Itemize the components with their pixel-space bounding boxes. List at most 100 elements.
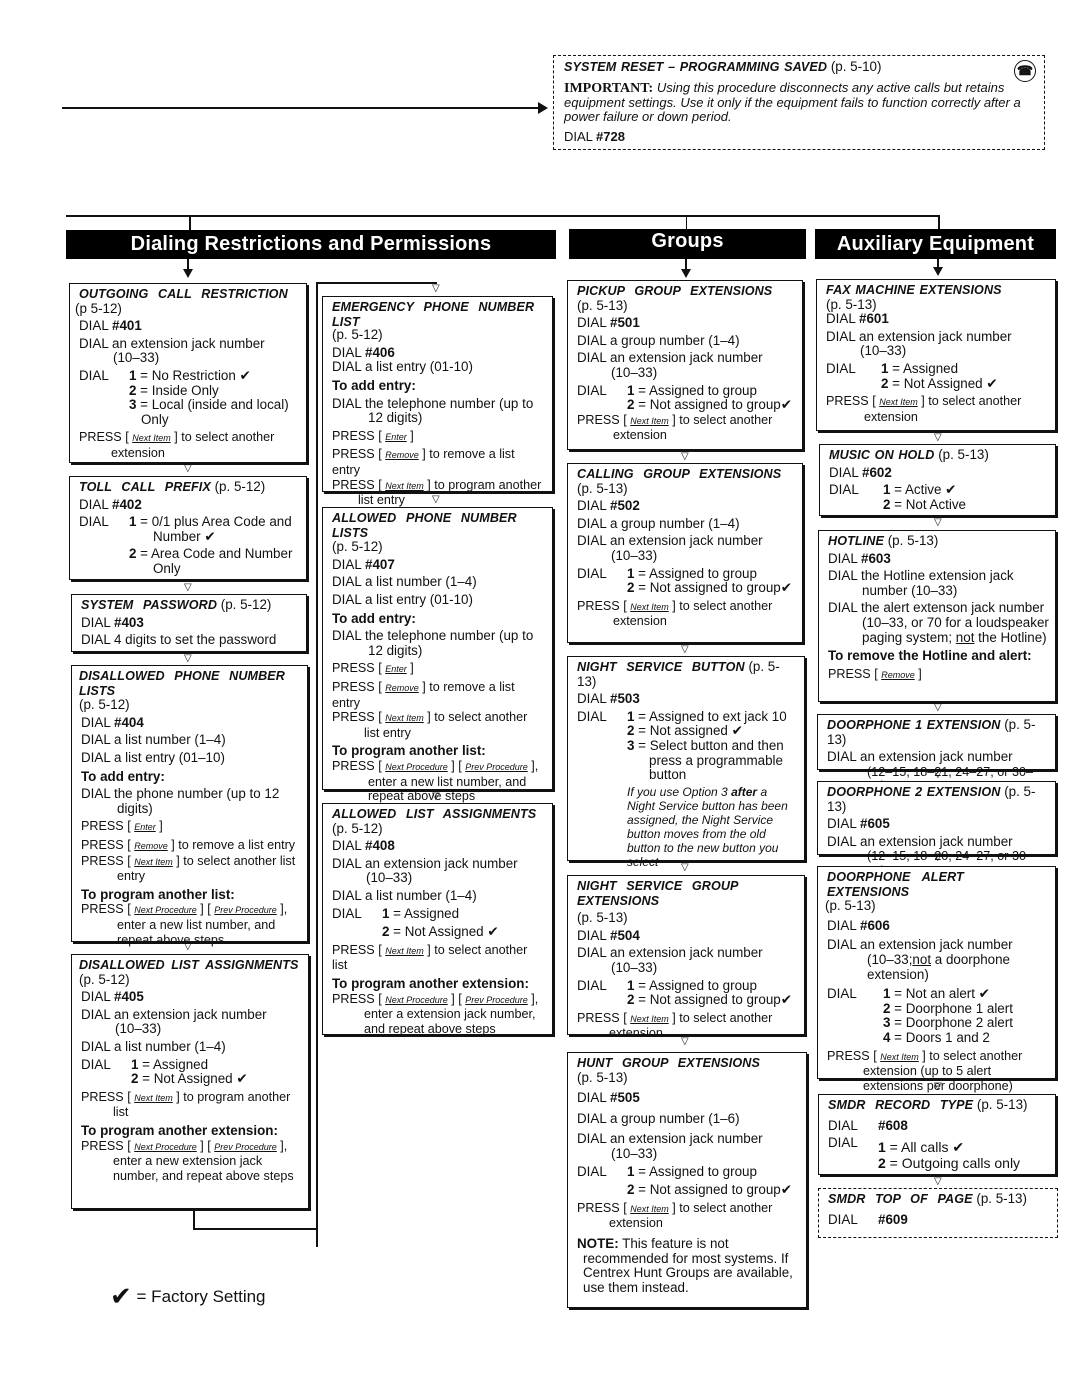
key-next-item[interactable]: Next Item	[134, 857, 173, 867]
key-next-item[interactable]: Next Item	[385, 946, 424, 956]
option-number: 2	[883, 1000, 891, 1016]
option-number: 2	[627, 723, 635, 739]
box-smdr-record-type: SMDR RECORD TYPE (p. 5-13) DIAL #608 DIA…	[818, 1094, 1056, 1175]
press-label: PRESS	[332, 710, 375, 725]
key-prev-procedure[interactable]: Prev Procedure	[465, 762, 528, 772]
dial-code: #606	[860, 917, 890, 933]
dial-label: DIAL	[826, 328, 856, 344]
option-text: Not an alert ✔	[905, 986, 990, 1002]
box-title: DOORPHONE 2 EXTENSION	[827, 785, 1001, 799]
key-next-item[interactable]: Next Item	[385, 481, 424, 491]
step-text: a list entry (01-10)	[365, 359, 473, 375]
box-page: (p 5-12)	[75, 300, 122, 316]
dial-label: DIAL	[827, 937, 857, 953]
option-text: Not Assigned ✔	[404, 924, 499, 940]
press-text: enter a new list number, and repeat abov…	[368, 774, 527, 804]
box-pickup-group-extensions: PICKUP GROUP EXTENSIONS (p. 5-13) DIAL #…	[567, 280, 803, 450]
press-label: PRESS	[577, 1010, 620, 1025]
key-next-procedure[interactable]: Next Procedure	[134, 905, 197, 915]
key-next-procedure[interactable]: Next Procedure	[134, 1142, 197, 1152]
option-text: Outgoing calls only	[901, 1155, 1021, 1172]
box-title: DISALLOWED PHONE NUMBER LISTS	[79, 669, 286, 698]
dial-label: DIAL	[81, 786, 111, 802]
dial-label: DIAL	[828, 568, 858, 584]
box-hotline: HOTLINE (p. 5-13) DIAL #603 DIAL the Hot…	[818, 530, 1056, 702]
key-remove[interactable]: Remove	[385, 683, 419, 693]
box-disallowed-list-assignments: DISALLOWED LIST ASSIGNMENTS (p. 5-12) DI…	[71, 954, 309, 1209]
option-text: Assigned	[403, 905, 460, 921]
dial-label: DIAL	[332, 838, 362, 854]
box-disallowed-phone-number-lists: DISALLOWED PHONE NUMBER LISTS (p. 5-12) …	[71, 665, 308, 947]
step-text: (10–33)	[113, 350, 160, 366]
dial-label: DIAL	[577, 498, 607, 514]
option-number: 2	[129, 382, 137, 398]
flow-arrow-icon: ▽	[934, 1176, 942, 1187]
key-next-procedure[interactable]: Next Procedure	[385, 762, 448, 772]
box-emergency-phone-number-list: EMERGENCY PHONE NUMBER LIST (p. 5-12) DI…	[322, 296, 553, 507]
key-prev-procedure[interactable]: Prev Procedure	[214, 1142, 277, 1152]
key-next-item[interactable]: Next Item	[134, 1093, 173, 1103]
option-number: 1	[878, 1139, 886, 1156]
connector-aux	[938, 215, 940, 230]
key-remove[interactable]: Remove	[881, 670, 915, 680]
box-page: (p. 5-13)	[976, 1097, 1028, 1112]
press-label: PRESS	[826, 394, 869, 409]
box-calling-group-extensions: CALLING GROUP EXTENSIONS (p. 5-13) DIAL …	[567, 463, 803, 643]
key-prev-procedure[interactable]: Prev Procedure	[465, 995, 528, 1005]
key-next-item[interactable]: Next Item	[630, 1014, 669, 1024]
press-label: PRESS	[81, 819, 124, 834]
key-remove[interactable]: Remove	[385, 450, 419, 460]
key-remove[interactable]: Remove	[134, 841, 168, 851]
press-label: PRESS	[332, 477, 375, 492]
key-next-item[interactable]: Next Item	[630, 1204, 669, 1214]
option-text: Not Active	[905, 496, 967, 512]
key-enter[interactable]: Enter	[134, 822, 156, 832]
step-text: a list entry (01–10)	[114, 749, 225, 765]
box-title: PICKUP GROUP EXTENSIONS	[577, 284, 773, 298]
header-connector	[66, 215, 939, 217]
press-label: PRESS	[332, 758, 375, 773]
step-text: an extension jack number	[860, 833, 1013, 849]
step-emphasis: not	[955, 629, 975, 645]
col-connector-top	[316, 282, 437, 284]
option-number: 2	[382, 924, 390, 940]
box-title: SYSTEM PASSWORD	[81, 598, 218, 612]
key-enter[interactable]: Enter	[385, 664, 407, 674]
box-music-on-hold: MUSIC ON HOLD (p. 5-13) DIAL #602 DIAL 1…	[819, 444, 1056, 516]
dial-code: #601	[859, 311, 889, 327]
box-page: (p. 5-12)	[214, 479, 266, 494]
key-next-procedure[interactable]: Next Procedure	[385, 995, 448, 1005]
option-text: No Restriction ✔	[151, 367, 251, 383]
key-next-item[interactable]: Next Item	[880, 1052, 919, 1062]
dial-label: DIAL	[81, 1056, 111, 1072]
dial-code: #608	[878, 1117, 908, 1133]
box-title: MUSIC ON HOLD	[829, 448, 935, 462]
options: DIAL 1 = Assigned to ext jack 10 2 = Not…	[577, 709, 798, 869]
key-enter[interactable]: Enter	[385, 432, 407, 442]
dial-code: #407	[365, 556, 395, 572]
option-number: 1	[131, 1056, 139, 1072]
dial-code: #401	[112, 318, 142, 334]
step-text: the Hotline)	[978, 629, 1047, 645]
dial-label: DIAL	[332, 395, 362, 411]
key-next-item[interactable]: Next Item	[132, 433, 171, 443]
dial-code: #728	[596, 128, 625, 144]
key-next-item[interactable]: Next Item	[630, 416, 669, 426]
step-text: (10–33)	[611, 959, 658, 975]
key-next-item[interactable]: Next Item	[630, 602, 669, 612]
options: DIAL 1 = Assigned to group 2 = Not assig…	[577, 977, 792, 1008]
arrow-down-icon	[933, 267, 943, 276]
box-toll-call-prefix: TOLL CALL PREFIX (p. 5-12) DIAL #402 DIA…	[69, 476, 307, 580]
step-text: an extension jack number	[610, 533, 763, 549]
dial-label: DIAL	[577, 315, 607, 331]
key-next-item[interactable]: Next Item	[385, 713, 424, 723]
key-next-item[interactable]: Next Item	[879, 397, 918, 407]
step-text: the telephone number (up to 12 digits)	[365, 395, 534, 426]
key-prev-procedure[interactable]: Prev Procedure	[214, 905, 277, 915]
dial-code: #408	[365, 838, 395, 854]
box-page: (p. 5-13)	[577, 910, 628, 926]
step-text: a group number (1–6)	[610, 1110, 740, 1126]
option-text: Assigned	[152, 1056, 209, 1072]
step-text: an extension jack number	[365, 855, 518, 871]
dial-label: DIAL	[826, 360, 856, 376]
